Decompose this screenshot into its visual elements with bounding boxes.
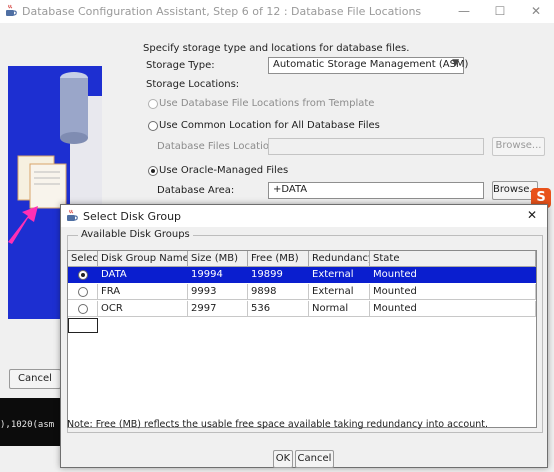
row-radio[interactable] bbox=[78, 287, 88, 297]
dialog-cancel-button[interactable]: Cancel bbox=[295, 450, 334, 468]
redundancy: Normal bbox=[309, 301, 370, 317]
size-mb: 9993 bbox=[188, 284, 248, 300]
disk-group-table[interactable]: Select Disk Group Name Size (MB) Free (M… bbox=[67, 250, 537, 428]
java-cup-icon bbox=[65, 209, 79, 223]
option-omf-label: Use Oracle-Managed Files bbox=[159, 165, 289, 176]
table-row[interactable]: DATA 19994 19899 External Mounted bbox=[68, 267, 536, 283]
column-header-name[interactable]: Disk Group Name bbox=[98, 251, 188, 267]
focused-empty-cell[interactable] bbox=[68, 318, 98, 333]
table-row[interactable]: FRA 9993 9898 External Mounted bbox=[68, 284, 536, 300]
terminal-text: ),1020(asm bbox=[0, 420, 55, 430]
main-title-bar: Database Configuration Assistant, Step 6… bbox=[0, 0, 554, 23]
database-area-label: Database Area: bbox=[157, 185, 235, 196]
dialog-title: Select Disk Group bbox=[83, 210, 182, 223]
browse-files-location-button[interactable]: Browse... bbox=[492, 137, 545, 156]
available-disk-groups-label: Available Disk Groups bbox=[78, 229, 193, 240]
column-header-state[interactable]: State bbox=[370, 251, 536, 267]
background-terminal: ),1020(asm bbox=[0, 398, 60, 446]
size-mb: 19994 bbox=[188, 267, 248, 283]
database-files-location-field[interactable] bbox=[268, 138, 484, 155]
storage-locations-label: Storage Locations: bbox=[146, 79, 240, 90]
close-icon[interactable]: ✕ bbox=[527, 208, 537, 222]
redundancy: External bbox=[309, 267, 370, 283]
ok-button[interactable]: OK bbox=[273, 450, 293, 468]
disk-group-name: DATA bbox=[98, 267, 188, 283]
option-common-label: Use Common Location for All Database Fil… bbox=[159, 120, 380, 131]
radio-common-location[interactable] bbox=[148, 121, 158, 131]
row-select-cell[interactable] bbox=[68, 284, 98, 300]
state: Mounted bbox=[370, 267, 536, 283]
database-files-location-label: Database Files Location: bbox=[157, 141, 279, 152]
main-window-title: Database Configuration Assistant, Step 6… bbox=[22, 5, 422, 18]
state: Mounted bbox=[370, 301, 536, 317]
option-template-label: Use Database File Locations from Templat… bbox=[159, 98, 375, 109]
column-header-size[interactable]: Size (MB) bbox=[188, 251, 248, 267]
row-select-cell[interactable] bbox=[68, 301, 98, 317]
database-area-value: +DATA bbox=[273, 184, 308, 195]
java-cup-icon bbox=[4, 4, 18, 18]
column-header-select[interactable]: Select bbox=[68, 251, 98, 267]
free-space-note: Note: Free (MB) reflects the usable free… bbox=[67, 419, 488, 430]
minimize-icon[interactable]: — bbox=[446, 0, 482, 23]
radio-template-locations[interactable] bbox=[148, 99, 158, 109]
instructions-text: Specify storage type and locations for d… bbox=[143, 43, 410, 54]
row-select-cell[interactable] bbox=[68, 267, 98, 283]
free-mb: 19899 bbox=[248, 267, 309, 283]
select-disk-group-dialog: Select Disk Group ✕ Available Disk Group… bbox=[60, 204, 548, 468]
radio-oracle-managed-files[interactable] bbox=[148, 166, 158, 176]
cancel-button[interactable]: Cancel bbox=[9, 369, 61, 389]
storage-type-select[interactable]: Automatic Storage Management (ASM) ▼ bbox=[268, 57, 468, 74]
free-mb: 536 bbox=[248, 301, 309, 317]
column-header-free[interactable]: Free (MB) bbox=[248, 251, 309, 267]
maximize-icon[interactable]: ☐ bbox=[482, 0, 518, 23]
column-header-redundancy[interactable]: Redundancy bbox=[309, 251, 370, 267]
dropdown-arrow-icon: ▼ bbox=[452, 58, 459, 68]
table-row[interactable]: OCR 2997 536 Normal Mounted bbox=[68, 301, 536, 317]
disk-group-name: FRA bbox=[98, 284, 188, 300]
database-area-field[interactable]: +DATA bbox=[268, 182, 484, 199]
state: Mounted bbox=[370, 284, 536, 300]
size-mb: 2997 bbox=[188, 301, 248, 317]
disk-group-name: OCR bbox=[98, 301, 188, 317]
dialog-title-bar: Select Disk Group ✕ bbox=[61, 205, 547, 227]
close-icon[interactable]: ✕ bbox=[518, 0, 554, 23]
row-radio[interactable] bbox=[78, 304, 88, 314]
redundancy: External bbox=[309, 284, 370, 300]
row-radio[interactable] bbox=[78, 270, 88, 280]
storage-type-value: Automatic Storage Management (ASM) bbox=[273, 59, 469, 70]
free-mb: 9898 bbox=[248, 284, 309, 300]
storage-type-label: Storage Type: bbox=[146, 60, 215, 71]
